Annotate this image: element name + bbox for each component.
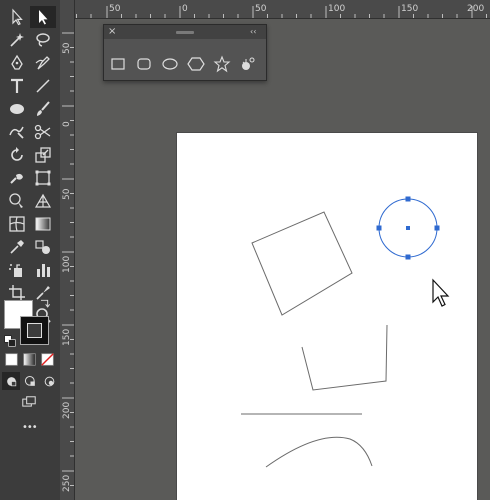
- rounded-rectangle-icon: [137, 58, 151, 70]
- star-tool-button[interactable]: [212, 54, 232, 74]
- polygon-icon: [187, 57, 205, 71]
- vruler-label: 200: [62, 401, 72, 419]
- gradient-tool-icon[interactable]: [30, 213, 56, 235]
- ellipse-tool-icon[interactable]: [4, 98, 30, 120]
- hruler-label: 100: [328, 4, 346, 14]
- vruler-label: 50: [62, 42, 72, 54]
- vertical-ruler: 50 0 50 100 150 200 250: [60, 0, 75, 500]
- curvature-tool-icon[interactable]: [30, 52, 56, 74]
- draw-normal-icon[interactable]: [2, 372, 20, 390]
- screen-mode-icon[interactable]: [17, 394, 41, 412]
- horizontal-ruler: 50 0 50 100 150 200: [74, 0, 490, 19]
- vruler-label: 150: [62, 328, 72, 346]
- pen-tool-icon[interactable]: [4, 52, 30, 74]
- polygon-tool-button[interactable]: [186, 54, 206, 74]
- vruler-label: 0: [62, 121, 72, 127]
- shape-builder-tool-icon[interactable]: [4, 190, 30, 212]
- draw-inside-icon[interactable]: [40, 372, 58, 390]
- symbol-sprayer-tool-icon[interactable]: [4, 259, 30, 281]
- ellipse-icon: [162, 58, 178, 70]
- hruler-label: 50: [255, 4, 267, 14]
- shaper-tool-icon[interactable]: [4, 121, 30, 143]
- vruler-label: 250: [62, 474, 72, 492]
- hruler-label: 200: [467, 4, 485, 14]
- tools-panel: •••: [0, 0, 61, 500]
- gradient-mode-icon[interactable]: [21, 351, 38, 368]
- none-mode-icon[interactable]: [39, 351, 56, 368]
- ellipse-tool-button[interactable]: [160, 54, 180, 74]
- column-graph-tool-icon[interactable]: [30, 259, 56, 281]
- draw-behind-icon[interactable]: [21, 372, 39, 390]
- direct-selection-tool-icon[interactable]: [30, 6, 56, 28]
- close-panel-button[interactable]: ×: [108, 26, 116, 38]
- default-fill-stroke-icon[interactable]: [3, 334, 17, 348]
- eyedropper-tool-icon[interactable]: [4, 236, 30, 258]
- warp-tool-icon[interactable]: [4, 167, 30, 189]
- hruler-label: 50: [109, 4, 121, 14]
- edit-toolbar-button[interactable]: •••: [22, 422, 38, 433]
- paintbrush-tool-icon[interactable]: [30, 98, 56, 120]
- perspective-grid-tool-icon[interactable]: [30, 190, 56, 212]
- line-segment-tool-icon[interactable]: [30, 75, 56, 97]
- flare-tool-button[interactable]: [238, 54, 258, 74]
- panel-header[interactable]: × ‹‹: [104, 25, 266, 39]
- flare-icon: [242, 57, 255, 70]
- color-mode-icon[interactable]: [3, 351, 20, 368]
- rounded-rectangle-tool-button[interactable]: [134, 54, 154, 74]
- scale-tool-icon[interactable]: [30, 144, 56, 166]
- magic-wand-tool-icon[interactable]: [4, 29, 30, 51]
- blend-tool-icon[interactable]: [30, 236, 56, 258]
- star-icon: [213, 55, 231, 73]
- vruler-label: 50: [62, 188, 72, 200]
- hruler-label: 150: [401, 4, 419, 14]
- rectangle-icon: [111, 58, 125, 70]
- collapse-panel-button[interactable]: ‹‹: [250, 26, 256, 38]
- scissors-tool-icon[interactable]: [30, 121, 56, 143]
- shapes-flyout-panel: × ‹‹: [103, 24, 267, 81]
- stroke-swatch[interactable]: [20, 316, 49, 345]
- lasso-tool-icon[interactable]: [30, 29, 56, 51]
- rectangle-tool-button[interactable]: [108, 54, 128, 74]
- free-transform-tool-icon[interactable]: [30, 167, 56, 189]
- artboard[interactable]: [177, 133, 477, 500]
- selection-tool-icon[interactable]: [4, 6, 30, 28]
- rotate-tool-icon[interactable]: [4, 144, 30, 166]
- hruler-label: 0: [182, 4, 188, 14]
- swap-fill-stroke-icon[interactable]: [34, 296, 56, 310]
- drag-grip-icon[interactable]: [176, 31, 194, 34]
- type-tool-icon[interactable]: [4, 75, 30, 97]
- mesh-tool-icon[interactable]: [4, 213, 30, 235]
- vruler-label: 100: [62, 255, 72, 273]
